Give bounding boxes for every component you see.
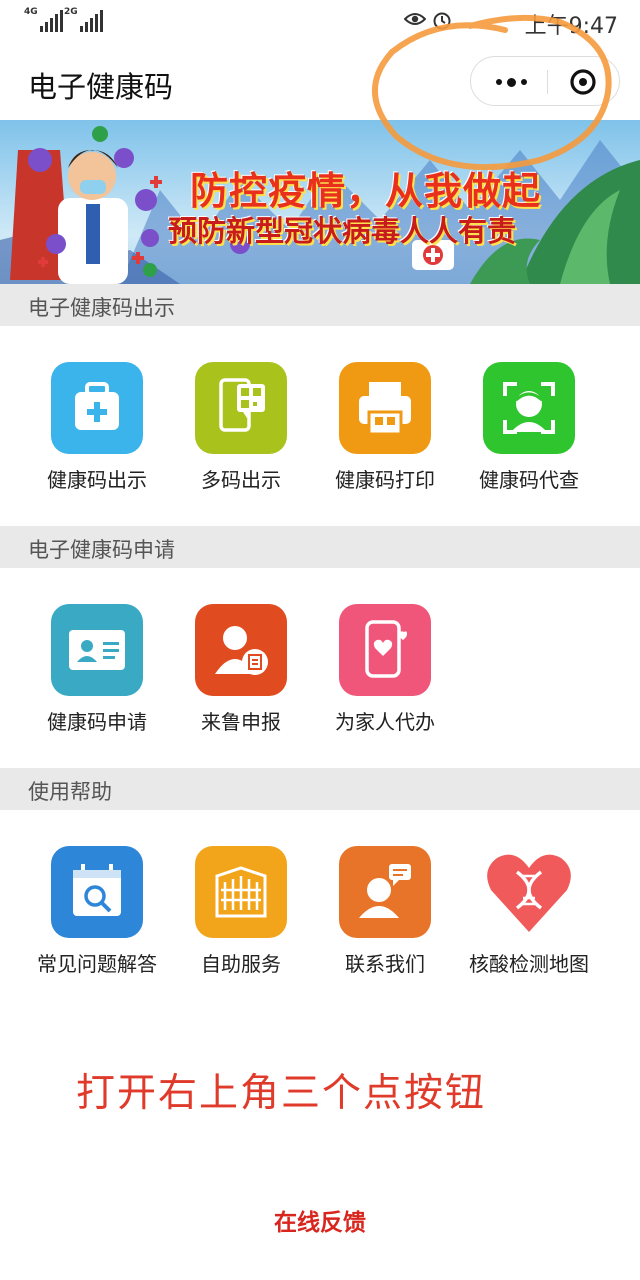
nucleic-test-map-button[interactable]: 核酸检测地图 [457,846,601,996]
contact-icon [339,846,431,938]
signal-strength-icon: 2G [64,8,105,32]
mini-program-capsule [470,56,620,106]
tile-label: 健康码代查 [479,468,579,492]
family-proxy-button[interactable]: 为家人代办 [313,604,457,754]
tile-label: 联系我们 [345,952,425,976]
printer-icon [339,362,431,454]
tile-label: 健康码出示 [47,468,147,492]
tile-label: 自助服务 [201,952,281,976]
calendar-search-icon [51,846,143,938]
contact-us-button[interactable]: 联系我们 [313,846,457,996]
building-icon [195,846,287,938]
medical-box-icon [51,362,143,454]
multi-code-show-button[interactable]: 多码出示 [169,362,313,512]
tile-label: 健康码申请 [47,710,147,734]
online-feedback-link[interactable]: 在线反馈 [0,1203,640,1237]
signal-strength-icon: 4G [24,8,65,32]
status-bar: 4G 2G 上午9:47 [0,0,640,44]
network-type-label: 2G [64,7,78,17]
status-time: 上午9:47 [524,14,618,39]
annotation-instruction: 打开右上角三个点按钮 [76,1071,487,1116]
banner-headline: 防控疫情，从我做起 [190,169,542,213]
section-header: 使用帮助 [0,768,640,810]
tile-label: 来鲁申报 [201,710,281,734]
tile-label: 核酸检测地图 [469,952,589,976]
faq-button[interactable]: 常见问题解答 [25,846,169,996]
tile-label: 多码出示 [201,468,281,492]
tile-label: 为家人代办 [335,710,435,734]
eye-icon [404,13,426,25]
section-title: 使用帮助 [28,780,112,804]
network-type-label: 4G [24,7,38,17]
self-service-button[interactable]: 自助服务 [169,846,313,996]
health-code-proxy-check-button[interactable]: 健康码代查 [457,362,601,512]
tile-label: 健康码打印 [335,468,435,492]
page-title: 电子健康码 [28,70,174,104]
section-title: 电子健康码出示 [28,296,175,320]
id-card-icon [51,604,143,696]
health-code-print-button[interactable]: 健康码打印 [313,362,457,512]
close-icon[interactable] [568,67,598,97]
section-header: 电子健康码申请 [0,526,640,568]
person-document-icon [195,604,287,696]
health-code-apply-button[interactable]: 健康码申请 [25,604,169,754]
tile-label: 常见问题解答 [37,952,157,976]
section-title: 电子健康码申请 [28,538,175,562]
dna-heart-icon [483,846,575,938]
section-header: 电子健康码出示 [0,284,640,326]
face-scan-icon [483,362,575,454]
capsule-divider [547,70,548,94]
arrival-report-button[interactable]: 来鲁申报 [169,604,313,754]
phone-qr-icon [195,362,287,454]
alarm-icon [433,12,451,30]
banner-subheadline: 预防新型冠状病毒人人有责 [168,214,517,248]
banner[interactable]: 防控疫情，从我做起 预防新型冠状病毒人人有责 [0,120,640,284]
more-icon[interactable] [491,69,531,95]
health-code-show-button[interactable]: 健康码出示 [25,362,169,512]
phone-heart-icon [339,604,431,696]
